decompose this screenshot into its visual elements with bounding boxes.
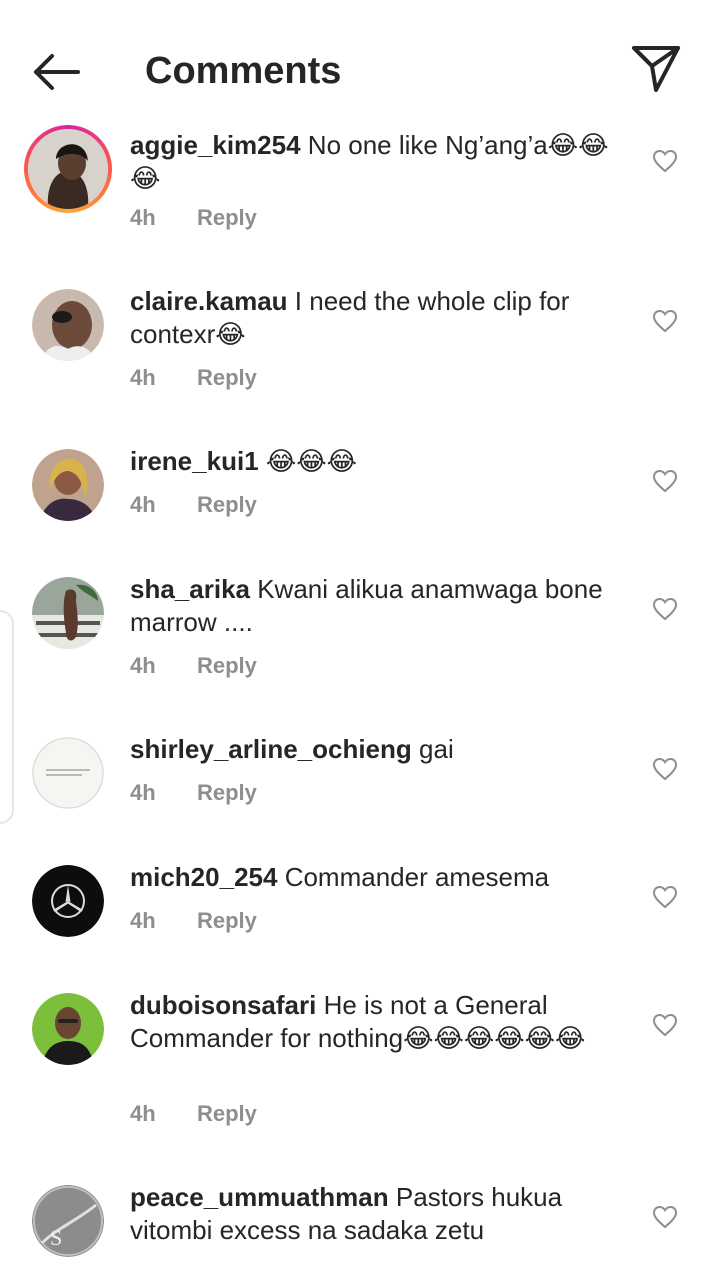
reply-button[interactable]: Reply [197,492,257,517]
heart-outline-icon[interactable] [652,757,678,781]
top-bar: Comments [0,0,720,125]
reply-button[interactable]: Reply [197,653,257,678]
comment-username[interactable]: shirley_arline_ochieng [130,734,412,764]
reply-button[interactable]: Reply [197,908,257,933]
comment-item: irene_kui1 😂😂😂 4h Reply [0,445,720,573]
avatar [32,993,104,1065]
comment-item: aggie_kim254 No one like Ng’ang’a😂😂😂 4h R… [0,125,720,285]
reply-button[interactable]: Reply [197,205,257,230]
comment-text: Commander amesema [284,862,550,892]
avatar [32,449,104,521]
share-button[interactable] [630,44,682,94]
comment-time: 4h [130,492,156,517]
comment-username[interactable]: sha_arika [130,574,250,604]
story-ring[interactable] [24,125,112,213]
comment-username[interactable]: peace_ummuathman [130,1182,389,1212]
comment-item: duboisonsafari He is not a General Comma… [0,989,720,1181]
avatar-button[interactable] [32,993,104,1065]
paper-plane-icon [632,46,680,92]
avatar-button[interactable]: S [32,1185,104,1257]
comment-time: 4h [130,653,156,678]
back-button[interactable] [28,48,84,96]
avatar [32,577,104,649]
avatar-button[interactable] [32,289,104,361]
heart-outline-icon[interactable] [652,1013,678,1037]
comment-item: S peace_ummuathman Pastors hukua vitombi… [0,1181,720,1265]
heart-outline-icon[interactable] [652,309,678,333]
comment-item: sha_arika Kwani alikua anamwaga bone mar… [0,573,720,733]
arrow-left-icon [34,54,80,90]
avatar [32,737,104,809]
avatar-button[interactable] [32,577,104,649]
avatar: S [32,1185,104,1257]
page-title: Comments [145,50,342,92]
comment-time: 4h [130,365,156,390]
avatar [32,865,104,937]
comment-username[interactable]: aggie_kim254 [130,130,301,160]
heart-outline-icon[interactable] [652,149,678,173]
comment-item: claire.kamau I need the whole clip for c… [0,285,720,445]
comment-time: 4h [130,205,156,230]
comment-item: shirley_arline_ochieng gai 4h Reply [0,733,720,861]
heart-outline-icon[interactable] [652,469,678,493]
comment-username[interactable]: mich20_254 [130,862,277,892]
comment-text: gai [419,734,454,764]
comment-username[interactable]: claire.kamau [130,286,288,316]
avatar-button[interactable] [32,865,104,937]
avatar-button[interactable] [32,449,104,521]
reply-button[interactable]: Reply [197,1101,257,1126]
heart-outline-icon[interactable] [652,1205,678,1229]
reply-button[interactable]: Reply [197,780,257,805]
avatar [28,129,108,209]
heart-outline-icon[interactable] [652,885,678,909]
avatar-button[interactable] [32,737,104,809]
comment-item: mich20_254 Commander amesema 4h Reply [0,861,720,989]
comment-text: 😂😂😂 [265,446,358,476]
reply-button[interactable]: Reply [197,365,257,390]
comment-username[interactable]: irene_kui1 [130,446,259,476]
avatar [32,289,104,361]
comment-time: 4h [130,1101,156,1126]
comment-username[interactable]: duboisonsafari [130,990,316,1020]
svg-text:S: S [50,1225,62,1250]
heart-outline-icon[interactable] [652,597,678,621]
comment-time: 4h [130,908,156,933]
comment-time: 4h [130,780,156,805]
